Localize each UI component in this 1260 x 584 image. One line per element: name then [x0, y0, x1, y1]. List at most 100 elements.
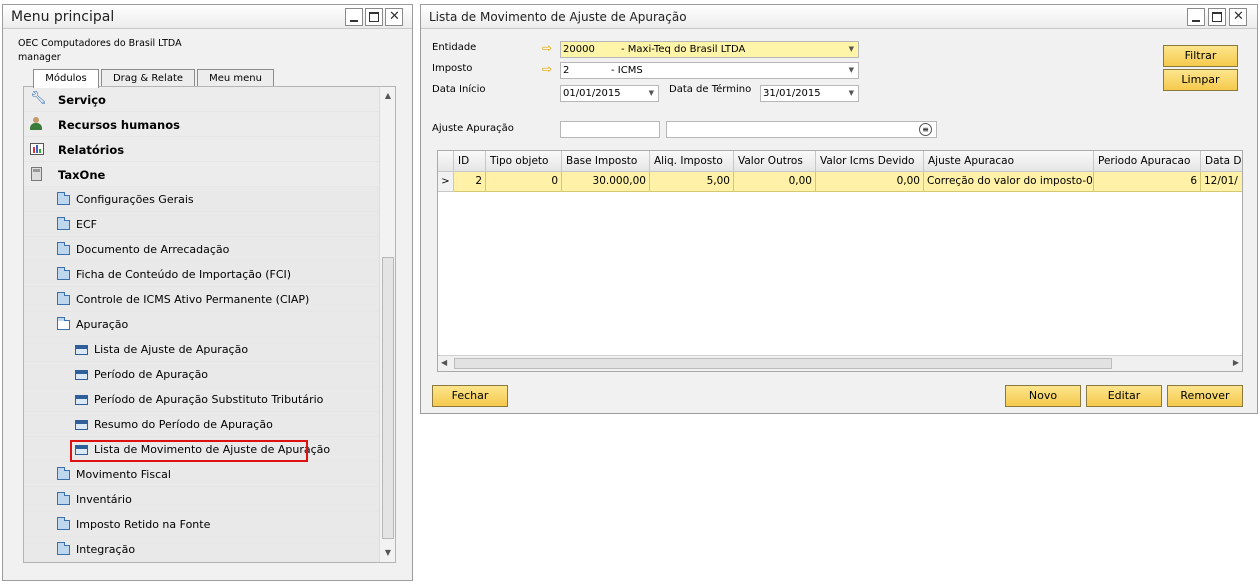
- data-inicio-value: 01/01/2015: [563, 88, 621, 99]
- tab-modulos[interactable]: Módulos: [33, 69, 99, 88]
- tab-meu-menu[interactable]: Meu menu: [197, 69, 274, 87]
- filtrar-button[interactable]: Filtrar: [1163, 45, 1238, 67]
- menu-item-relatorios[interactable]: Relatórios: [24, 137, 380, 162]
- minimize-button[interactable]: [345, 8, 363, 26]
- folder-icon: [57, 242, 70, 255]
- link-arrow-icon[interactable]: ⇨: [542, 62, 552, 76]
- form-icon: [75, 345, 88, 355]
- table-cell[interactable]: 30.000,00: [562, 172, 650, 192]
- imposto-name: - ICMS: [611, 65, 643, 76]
- remover-button[interactable]: Remover: [1167, 385, 1243, 407]
- entidade-field[interactable]: 20000 - Maxi-Teq do Brasil LTDA ▼: [560, 41, 859, 58]
- list-window-titlebar[interactable]: Lista de Movimento de Ajuste de Apuração…: [421, 5, 1257, 29]
- table-cell[interactable]: 12/01/: [1201, 172, 1242, 192]
- folder-icon: [57, 292, 70, 305]
- menu-item-servico[interactable]: 🔧︎ Serviço: [24, 87, 380, 112]
- menu-item-periodo-apuracao-st[interactable]: Período de Apuração Substituto Tributári…: [24, 387, 380, 412]
- data-inicio-field[interactable]: 01/01/2015 ▼: [560, 85, 659, 102]
- maximize-button[interactable]: [365, 8, 383, 26]
- report-icon: [30, 143, 44, 155]
- movimento-grid[interactable]: ID Tipo objeto Base Imposto Aliq. Impost…: [437, 150, 1243, 372]
- grid-corner: [438, 151, 454, 172]
- close-button[interactable]: ✕: [1229, 8, 1247, 26]
- imposto-field[interactable]: 2 - ICMS ▼: [560, 62, 859, 79]
- menu-item-recursos-humanos[interactable]: Recursos humanos: [24, 112, 380, 137]
- column-header-data[interactable]: Data D: [1201, 151, 1242, 172]
- form-icon: [75, 370, 88, 380]
- column-header-ajuste-apuracao[interactable]: Ajuste Apuracao: [924, 151, 1094, 172]
- menu-item-apuracao[interactable]: Apuração: [24, 312, 380, 337]
- column-header-base-imposto[interactable]: Base Imposto: [562, 151, 650, 172]
- company-name: OEC Computadores do Brasil LTDA: [18, 38, 182, 49]
- user-name: manager: [18, 52, 61, 63]
- column-header-tipo-objeto[interactable]: Tipo objeto: [486, 151, 562, 172]
- menu-item-ecf[interactable]: ECF: [24, 212, 380, 237]
- scroll-down-icon[interactable]: ▼: [380, 546, 396, 560]
- maximize-button[interactable]: [1208, 8, 1226, 26]
- data-termino-value: 31/01/2015: [763, 88, 821, 99]
- table-cell[interactable]: 0,00: [734, 172, 816, 192]
- table-cell[interactable]: Correção do valor do imposto-001: [924, 172, 1094, 192]
- module-tree-scrollbar[interactable]: ▲ ▼: [379, 87, 395, 562]
- menu-item-integracao[interactable]: Integração: [24, 537, 380, 562]
- folder-icon: [57, 517, 70, 530]
- ajuste-code-field[interactable]: [560, 121, 660, 138]
- scrollbar-thumb[interactable]: [382, 257, 394, 539]
- data-termino-field[interactable]: 31/01/2015 ▼: [760, 85, 859, 102]
- folder-icon: [57, 192, 70, 205]
- link-arrow-icon[interactable]: ⇨: [542, 41, 552, 55]
- list-choose-icon[interactable]: ≡: [919, 123, 932, 136]
- wrench-icon: 🔧︎: [30, 91, 47, 106]
- column-header-valor-icms-devido[interactable]: Valor Icms Devido: [816, 151, 924, 172]
- menu-item-ciap[interactable]: Controle de ICMS Ativo Permanente (CIAP): [24, 287, 380, 312]
- data-termino-label: Data de Término: [669, 84, 752, 95]
- main-menu-title: Menu principal: [11, 9, 115, 25]
- chevron-down-icon[interactable]: ▼: [849, 86, 854, 101]
- menu-item-inventario[interactable]: Inventário: [24, 487, 380, 512]
- novo-button[interactable]: Novo: [1005, 385, 1081, 407]
- close-icon: ✕: [1233, 9, 1244, 24]
- editar-button[interactable]: Editar: [1086, 385, 1162, 407]
- table-cell[interactable]: 0,00: [816, 172, 924, 192]
- entidade-name: - Maxi-Teq do Brasil LTDA: [621, 44, 746, 55]
- form-icon: [75, 395, 88, 405]
- grid-hscrollbar[interactable]: ◀ ▶: [438, 355, 1242, 371]
- column-header-periodo-apuracao[interactable]: Periodo Apuracao: [1094, 151, 1201, 172]
- company-info: OEC Computadores do Brasil LTDA manager: [18, 37, 182, 65]
- column-header-valor-outros[interactable]: Valor Outros: [734, 151, 816, 172]
- table-cell[interactable]: 2: [454, 172, 486, 192]
- menu-item-configuracoes-gerais[interactable]: Configurações Gerais: [24, 187, 380, 212]
- limpar-button[interactable]: Limpar: [1163, 69, 1238, 91]
- menu-item-resumo-periodo-apuracao[interactable]: Resumo do Período de Apuração: [24, 412, 380, 437]
- chevron-down-icon[interactable]: ▼: [849, 63, 854, 78]
- table-cell[interactable]: 6: [1094, 172, 1201, 192]
- menu-item-movimento-fiscal[interactable]: Movimento Fiscal: [24, 462, 380, 487]
- scroll-up-icon[interactable]: ▲: [380, 89, 396, 103]
- main-menu-titlebar[interactable]: Menu principal ✕: [3, 5, 412, 29]
- menu-item-periodo-apuracao[interactable]: Período de Apuração: [24, 362, 380, 387]
- menu-item-documento-arrecadacao[interactable]: Documento de Arrecadação: [24, 237, 380, 262]
- row-marker[interactable]: >: [438, 172, 454, 192]
- scroll-right-icon[interactable]: ▶: [1233, 358, 1239, 367]
- close-button[interactable]: ✕: [385, 8, 403, 26]
- chevron-down-icon[interactable]: ▼: [849, 42, 854, 57]
- tab-drag-relate[interactable]: Drag & Relate: [101, 69, 195, 87]
- menu-item-lista-ajuste-apuracao[interactable]: Lista de Ajuste de Apuração: [24, 337, 380, 362]
- data-inicio-label: Data Início: [432, 84, 486, 95]
- ajuste-desc-field[interactable]: ≡: [666, 121, 937, 138]
- column-header-id[interactable]: ID: [454, 151, 486, 172]
- chevron-down-icon[interactable]: ▼: [649, 86, 654, 101]
- module-tree: 🔧︎ Serviço Recursos humanos Relatórios T…: [23, 86, 396, 563]
- folder-icon: [57, 267, 70, 280]
- calculator-icon: [31, 167, 42, 181]
- column-header-aliq-imposto[interactable]: Aliq. Imposto: [650, 151, 734, 172]
- scrollbar-thumb[interactable]: [454, 358, 1112, 369]
- fechar-button[interactable]: Fechar: [432, 385, 508, 407]
- scroll-left-icon[interactable]: ◀: [441, 358, 447, 367]
- minimize-button[interactable]: [1187, 8, 1205, 26]
- menu-item-taxone[interactable]: TaxOne: [24, 162, 380, 187]
- menu-item-imposto-retido[interactable]: Imposto Retido na Fonte: [24, 512, 380, 537]
- table-cell[interactable]: 5,00: [650, 172, 734, 192]
- menu-item-fci[interactable]: Ficha de Conteúdo de Importação (FCI): [24, 262, 380, 287]
- table-cell[interactable]: 0: [486, 172, 562, 192]
